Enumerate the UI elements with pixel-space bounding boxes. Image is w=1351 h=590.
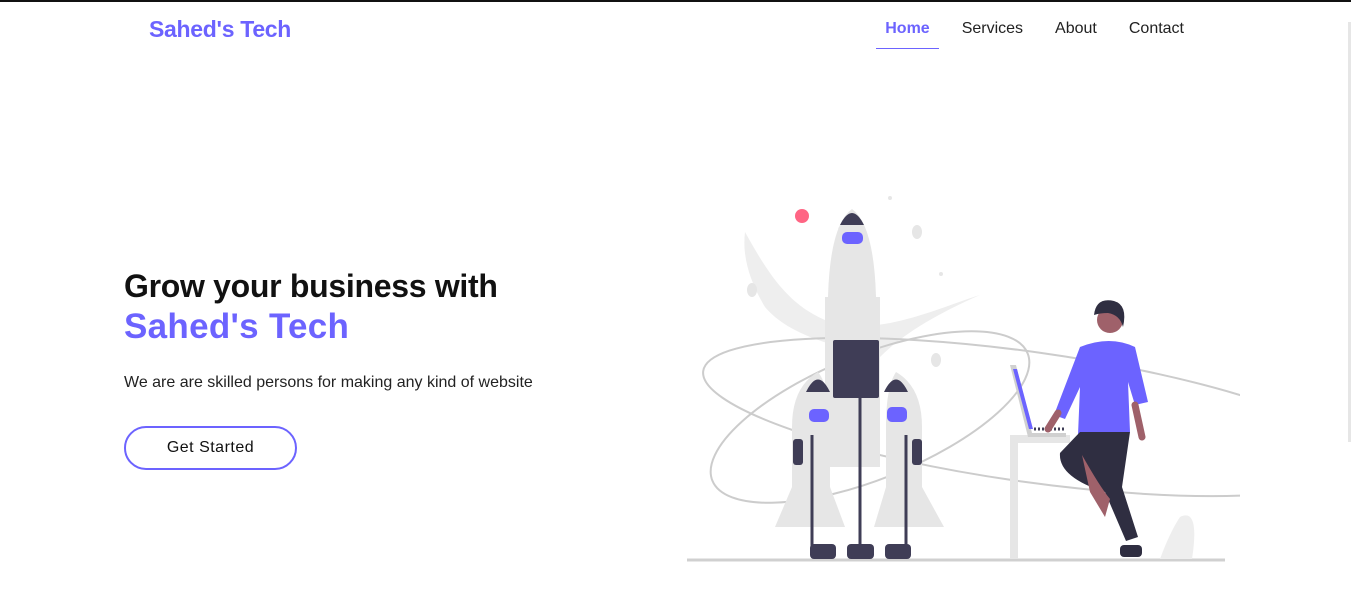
person-shirt bbox=[1054, 341, 1148, 435]
central-rocket-body bbox=[828, 209, 876, 457]
central-rocket-foot bbox=[847, 544, 874, 559]
gray-dot bbox=[912, 225, 922, 239]
gray-dot bbox=[747, 283, 757, 297]
person-arm bbox=[1044, 409, 1062, 433]
gray-dot bbox=[888, 196, 892, 200]
smoke-puff bbox=[1160, 515, 1195, 559]
rocket-launch-illustration bbox=[687, 196, 1240, 562]
hero-heading: Grow your business with bbox=[124, 268, 498, 304]
nav-item-about[interactable]: About bbox=[1046, 20, 1106, 49]
right-rocket-body bbox=[874, 372, 944, 527]
orbit-line bbox=[702, 336, 1240, 498]
main-nav: Home Services About Contact bbox=[862, 20, 1193, 49]
laptop-screen bbox=[1013, 369, 1033, 429]
central-rocket-window bbox=[842, 232, 863, 244]
red-dot bbox=[795, 209, 809, 223]
right-rocket-foot bbox=[885, 544, 911, 559]
desk-leg bbox=[1010, 443, 1018, 559]
nav-item-services[interactable]: Services bbox=[953, 20, 1032, 49]
right-rocket-window bbox=[887, 407, 907, 422]
gray-dot bbox=[931, 353, 941, 367]
hero-subtitle: We are are skilled persons for making an… bbox=[124, 374, 533, 391]
hero-brand-heading: Sahed's Tech bbox=[124, 307, 350, 346]
person-arm bbox=[1131, 401, 1146, 441]
get-started-button[interactable]: Get Started bbox=[124, 426, 297, 470]
central-rocket-tip bbox=[840, 213, 864, 225]
left-rocket-fin bbox=[793, 439, 803, 465]
central-rocket-panel bbox=[833, 340, 879, 398]
nav-item-home[interactable]: Home bbox=[876, 20, 939, 49]
gray-dot bbox=[939, 272, 943, 276]
nav-item-contact[interactable]: Contact bbox=[1120, 20, 1193, 49]
left-rocket-foot bbox=[810, 544, 836, 559]
brand-logo[interactable]: Sahed's Tech bbox=[149, 16, 291, 43]
person-shoe bbox=[1120, 545, 1142, 557]
right-rocket-fin bbox=[912, 439, 922, 465]
hero-section: Grow your business with Sahed's Tech We … bbox=[124, 266, 644, 470]
left-rocket-window bbox=[809, 409, 829, 422]
